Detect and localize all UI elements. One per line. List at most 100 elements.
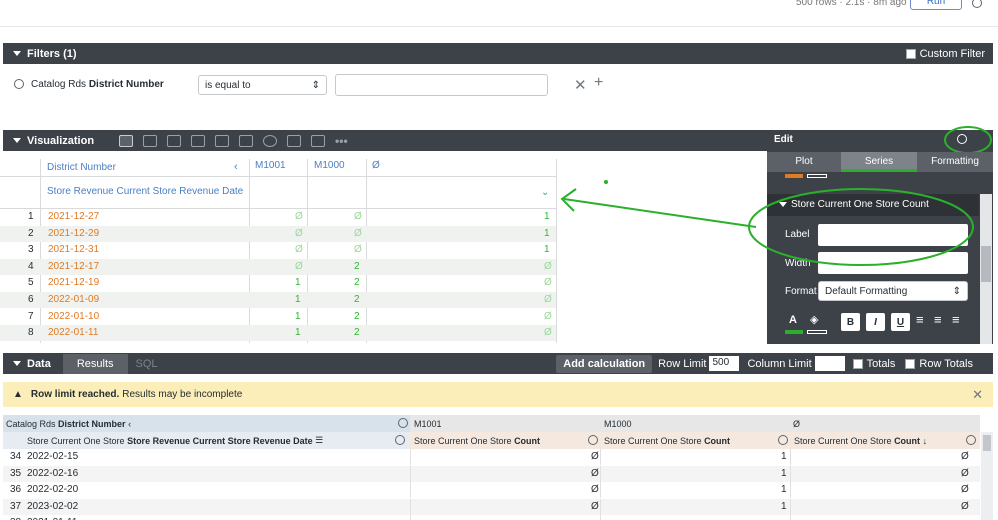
- results-row: 34 2022-02-15 Ø 1 Ø: [3, 449, 980, 465]
- date-cell[interactable]: 2023-02-02: [27, 501, 78, 512]
- line-chart-icon[interactable]: [215, 134, 230, 147]
- date-cell[interactable]: 2022-01-11: [48, 327, 98, 338]
- visualization-header[interactable]: Visualization •••: [3, 130, 767, 151]
- date-cell[interactable]: 2021-12-29: [48, 228, 99, 239]
- row-totals-toggle[interactable]: Row Totals: [905, 358, 973, 370]
- pivot-name: District Number: [58, 419, 126, 429]
- column-chart-icon[interactable]: [143, 134, 158, 147]
- single-value-icon[interactable]: [311, 134, 326, 147]
- more-options-icon[interactable]: •••: [335, 134, 348, 148]
- measure-gear-icon[interactable]: [588, 435, 598, 445]
- count-cell: Ø: [591, 451, 599, 462]
- date-cell[interactable]: 2021-12-17: [48, 261, 99, 272]
- value-cell: 1: [295, 310, 301, 322]
- map-icon[interactable]: [287, 134, 302, 147]
- date-cell[interactable]: 2022-02-15: [27, 451, 78, 462]
- fill-swatch[interactable]: [807, 174, 827, 178]
- area-chart-icon[interactable]: [239, 134, 254, 147]
- tab-sql[interactable]: SQL: [136, 358, 158, 370]
- date-cell[interactable]: 2022-01-09: [48, 294, 99, 305]
- tab-series[interactable]: Series: [841, 152, 917, 172]
- count-cell: Ø: [961, 500, 969, 512]
- add-calculation-button[interactable]: Add calculation: [556, 354, 653, 373]
- settings-gear-icon[interactable]: [972, 0, 982, 8]
- warning-text: Results may be incomplete: [122, 389, 243, 400]
- tab-results[interactable]: Results: [62, 353, 128, 374]
- format-select[interactable]: Default Formatting ⇕: [818, 281, 968, 301]
- measure-name: Count: [704, 435, 731, 446]
- italic-button[interactable]: I: [866, 313, 885, 331]
- edit-panel: Edit Plot Series Formatting Store Curren…: [748, 126, 993, 344]
- measure-gear-icon[interactable]: [966, 435, 976, 445]
- date-cell[interactable]: 2022-01-10: [48, 311, 99, 322]
- add-filter-icon[interactable]: +: [594, 74, 603, 92]
- table-vis-icon[interactable]: [119, 134, 134, 147]
- value-cell: Ø: [544, 294, 552, 305]
- measure-col-2-header[interactable]: Store Current One Store Count: [600, 432, 790, 449]
- align-center-icon[interactable]: ≡: [934, 312, 942, 327]
- data-title: Data: [27, 357, 51, 370]
- totals-toggle[interactable]: Totals: [852, 358, 895, 370]
- pie-chart-icon[interactable]: [263, 134, 278, 147]
- visualization-title: Visualization: [27, 134, 95, 147]
- column-limit-input[interactable]: [814, 356, 845, 371]
- pivot-header[interactable]: Catalog Rds District Number ‹: [6, 419, 131, 429]
- value-cell: Ø: [354, 227, 362, 239]
- results-pivot-col-1: M1001: [414, 419, 442, 429]
- totals-checkbox[interactable]: [852, 358, 863, 369]
- dimension-column-header[interactable]: Store Current One Store Store Revenue Cu…: [3, 432, 410, 449]
- measure-col-1-header[interactable]: Store Current One Store Count: [410, 432, 600, 449]
- edit-scrollbar[interactable]: [980, 194, 992, 344]
- align-right-icon[interactable]: ≡: [952, 312, 960, 327]
- underline-button[interactable]: U: [891, 313, 910, 331]
- font-color-icon[interactable]: A: [789, 314, 797, 326]
- close-warning-icon[interactable]: ✕: [972, 387, 983, 403]
- chevron-down-icon[interactable]: ⌄: [541, 187, 549, 198]
- count-cell: 1: [781, 500, 787, 512]
- filter-value-input[interactable]: [335, 74, 548, 96]
- align-left-icon[interactable]: ≡: [916, 312, 924, 327]
- dim-gear-icon[interactable]: [395, 435, 405, 445]
- count-cell: 1: [781, 451, 787, 462]
- bar-chart-icon[interactable]: [167, 134, 182, 147]
- tab-formatting[interactable]: Formatting: [917, 152, 993, 172]
- custom-filter-checkbox[interactable]: [905, 48, 916, 59]
- filter-options-gear-icon[interactable]: [14, 79, 24, 89]
- remove-filter-icon[interactable]: ✕: [574, 76, 587, 94]
- color-swatch[interactable]: [785, 174, 803, 178]
- bold-button[interactable]: B: [841, 313, 860, 331]
- measure-prefix: Store Current One Store: [794, 435, 892, 446]
- measure-gear-icon[interactable]: [778, 435, 788, 445]
- tab-plot[interactable]: Plot: [767, 152, 841, 172]
- measure-name: Count: [514, 435, 541, 446]
- collapse-triangle-icon[interactable]: [13, 361, 21, 366]
- count-cell: Ø: [961, 484, 969, 495]
- row-number: 5: [28, 277, 34, 289]
- filters-header[interactable]: Filters (1) Custom Filter: [3, 43, 993, 64]
- results-scrollbar[interactable]: [981, 432, 993, 520]
- value-cell: Ø: [354, 211, 362, 222]
- date-cell[interactable]: 2021-12-27: [48, 211, 99, 222]
- count-cell: Ø: [591, 500, 599, 512]
- date-cell[interactable]: 2021-12-19: [48, 277, 99, 288]
- pivot-gear-icon[interactable]: [398, 418, 408, 428]
- run-button[interactable]: Run: [910, 0, 962, 10]
- format-field-label: Format: [785, 286, 817, 297]
- fill-bucket-icon[interactable]: ◈: [810, 313, 818, 326]
- date-cell[interactable]: 2022-02-16: [27, 468, 78, 479]
- value-cell: Ø: [544, 327, 552, 339]
- measure-col-3-header[interactable]: Store Current One Store Count ↓: [790, 432, 980, 449]
- value-cell: 2: [354, 277, 360, 289]
- results-row: 36 2022-02-20 Ø 1 Ø: [3, 482, 980, 498]
- custom-filter-toggle[interactable]: Custom Filter: [905, 48, 985, 60]
- pivot-col-2: M1000: [314, 160, 345, 171]
- date-cell[interactable]: 2021-12-31: [48, 244, 99, 255]
- measure-name: Count: [894, 435, 921, 446]
- filter-operator-select[interactable]: is equal to ⇕: [198, 75, 327, 95]
- chevron-left-icon[interactable]: ‹: [234, 161, 238, 173]
- scatter-chart-icon[interactable]: [191, 134, 206, 147]
- date-cell[interactable]: 2022-02-20: [27, 484, 78, 495]
- row-limit-input[interactable]: 500: [709, 356, 740, 371]
- row-totals-checkbox[interactable]: [905, 358, 916, 369]
- count-cell: Ø: [591, 467, 599, 479]
